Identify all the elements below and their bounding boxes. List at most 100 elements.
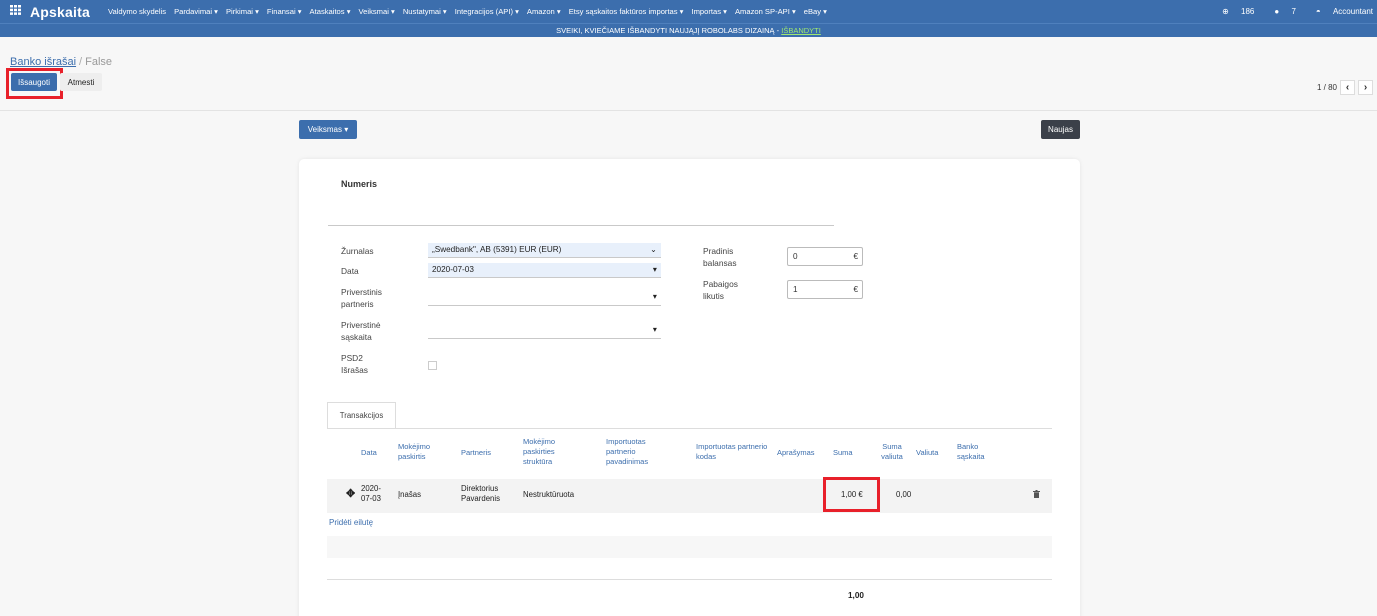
row-partner: Direktorius Pavardenis: [461, 484, 500, 504]
messages-indicator[interactable]: ● 7: [1264, 7, 1296, 16]
breadcrumb-current: False: [85, 56, 113, 68]
table-footer-divider: [327, 579, 1052, 580]
forced-partner-label-line1: Priverstinis: [341, 287, 382, 297]
forced-account-field[interactable]: ▾: [428, 324, 661, 339]
date-field[interactable]: 2020-07-03 ▾: [428, 263, 661, 278]
end-balance-label: Pabaigos likutis: [703, 278, 738, 302]
number-label: Numeris: [341, 179, 378, 189]
tab-transactions[interactable]: Transakcijos: [327, 402, 396, 429]
app-brand[interactable]: Apskaita: [30, 4, 90, 20]
forced-account-label-line2: sąskaita: [341, 332, 372, 342]
psd2-checkbox[interactable]: [428, 361, 437, 370]
discard-button[interactable]: Atmesti: [60, 73, 102, 91]
dropdown-caret-icon: ▾: [652, 265, 657, 274]
breadcrumb-separator: /: [79, 56, 83, 68]
column-header-amount[interactable]: Suma: [833, 448, 853, 458]
empty-row: [327, 536, 1052, 558]
forced-partner-field[interactable]: ▾: [428, 291, 661, 306]
breadcrumb-parent[interactable]: Banko išrašai: [10, 56, 76, 68]
breadcrumb: Banko išrašai / False: [10, 56, 112, 68]
end-balance-value: 1: [793, 285, 798, 294]
column-header-description[interactable]: Aprašymas: [777, 448, 815, 458]
menu-sales[interactable]: Pardavimai ▾: [174, 7, 218, 16]
column-header-bank-account[interactable]: Banko sąskaita: [957, 442, 995, 462]
row-purpose: Įnašas: [398, 490, 421, 499]
row-purpose-structure: Nestruktūruota: [523, 490, 575, 499]
row-amount-currency: 0,00: [896, 490, 912, 499]
row-date-line2: 07-03: [361, 494, 381, 503]
avatar-icon: ◓: [1315, 7, 1321, 16]
column-header-imported-partner-code[interactable]: Importuotas partnerio kodas: [696, 442, 770, 462]
table-row[interactable]: [327, 479, 1052, 513]
pager-next-button[interactable]: ›: [1358, 80, 1373, 95]
main-menu: Valdymo skydelis Pardavimai ▾ Pirkimai ▾…: [108, 7, 835, 16]
pager-value: 1 / 80: [1316, 83, 1337, 92]
save-button[interactable]: Išsaugoti: [11, 73, 57, 91]
chevron-down-icon: ⌄: [650, 245, 657, 254]
trash-icon[interactable]: [1033, 490, 1040, 500]
messages-count: 7: [1291, 7, 1296, 16]
grid-icon[interactable]: [10, 5, 22, 18]
dropdown-caret-icon: ▾: [652, 292, 657, 301]
date-value: 2020-07-03: [432, 265, 474, 274]
chat-icon: ●: [1274, 7, 1280, 16]
column-header-amount-currency[interactable]: Suma valiuta: [877, 442, 907, 462]
activity-indicator[interactable]: ⊕ 186: [1212, 7, 1254, 16]
start-balance-input[interactable]: 0 €: [787, 247, 863, 266]
menu-reports[interactable]: Ataskaitos ▾: [310, 7, 351, 16]
menu-finance[interactable]: Finansai ▾: [267, 7, 302, 16]
dropdown-caret-icon: ▾: [652, 325, 657, 334]
menu-settings[interactable]: Nustatymai ▾: [403, 7, 447, 16]
user-menu[interactable]: ◓ Accountant: [1306, 7, 1373, 16]
menu-actions[interactable]: Veiksmai ▾: [359, 7, 395, 16]
tab-divider: [327, 428, 1052, 429]
journal-select[interactable]: „Swedbank", AB (5391) EUR (EUR) ⌄: [428, 243, 661, 258]
menu-amazon[interactable]: Amazon ▾: [527, 7, 561, 16]
column-header-currency[interactable]: Valiuta: [916, 448, 938, 458]
column-header-purpose[interactable]: Mokėjimo paskirtis: [398, 442, 442, 462]
journal-label: Žurnalas: [341, 246, 374, 256]
number-field[interactable]: [328, 207, 834, 226]
column-header-imported-partner-name[interactable]: Importuotas partnerio pavadinimas: [606, 437, 666, 467]
add-line-link[interactable]: Pridėti eilutę: [329, 518, 373, 527]
pager-previous-button[interactable]: ‹: [1340, 80, 1355, 95]
column-header-partner[interactable]: Partneris: [461, 448, 491, 458]
amount-highlight: [823, 477, 880, 512]
psd2-label-line2: Išrašas: [341, 365, 368, 375]
column-header-date[interactable]: Data: [361, 448, 377, 458]
start-balance-value: 0: [793, 252, 798, 261]
divider: [0, 110, 1377, 111]
row-date-line1: 2020-: [361, 484, 381, 493]
menu-purchases[interactable]: Pirkimai ▾: [226, 7, 259, 16]
user-name: Accountant: [1332, 7, 1373, 16]
forced-partner-label-line2: partneris: [341, 299, 374, 309]
menu-ebay[interactable]: eBay ▾: [804, 7, 827, 16]
forced-account-label-line1: Priverstinė: [341, 320, 381, 330]
activity-count: 186: [1241, 7, 1255, 16]
action-dropdown-button[interactable]: Veiksmas ▾: [299, 120, 357, 139]
menu-dashboard[interactable]: Valdymo skydelis: [108, 7, 166, 16]
forced-account-label: Priverstinė sąskaita: [341, 319, 381, 343]
activity-icon: ⊕: [1222, 7, 1229, 16]
menu-import[interactable]: Importas ▾: [692, 7, 727, 16]
row-partner-line1: Direktorius: [461, 484, 499, 493]
banner-link[interactable]: IŠBANDYTI: [781, 26, 821, 35]
start-balance-label: Pradinis balansas: [703, 245, 737, 269]
start-balance-label-line1: Pradinis: [703, 246, 734, 256]
date-label: Data: [341, 266, 359, 276]
psd2-label: PSD2 Išrašas: [341, 352, 368, 376]
end-balance-input[interactable]: 1 €: [787, 280, 863, 299]
end-balance-label-line2: likutis: [703, 291, 724, 301]
menu-etsy-import[interactable]: Etsy sąskaitos faktūros importas ▾: [569, 7, 684, 16]
menu-amazon-sp-api[interactable]: Amazon SP-API ▾: [735, 7, 796, 16]
euro-icon: €: [853, 285, 858, 294]
start-balance-label-line2: balansas: [703, 258, 737, 268]
psd2-label-line1: PSD2: [341, 353, 363, 363]
drag-handle-icon[interactable]: ✥: [346, 489, 355, 500]
column-header-purpose-structure[interactable]: Mokėjimo paskirties struktūra: [523, 437, 571, 467]
form-sheet: Numeris Žurnalas „Swedbank", AB (5391) E…: [299, 159, 1080, 616]
new-button[interactable]: Naujas: [1041, 120, 1080, 139]
pager: 1 / 80 ‹ ›: [1317, 80, 1373, 95]
menu-integrations[interactable]: Integracijos (API) ▾: [455, 7, 519, 16]
topbar-right: ⊕ 186 ● 7 ◓ Accountant: [1202, 0, 1373, 23]
